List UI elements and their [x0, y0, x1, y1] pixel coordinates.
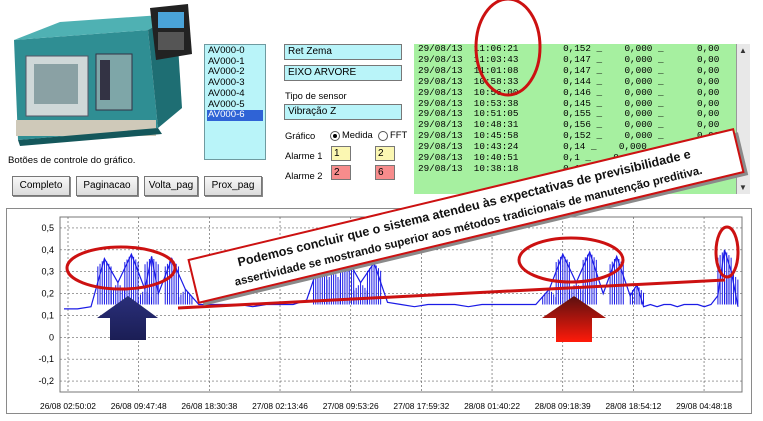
y-tick-label: -0,2 [38, 376, 54, 386]
x-tick-label: 28/08 18:54:12 [605, 401, 661, 411]
y-tick-label: 0,4 [41, 245, 54, 255]
x-tick-label: 27/08 02:13:46 [252, 401, 308, 411]
highlight-ellipse [517, 236, 625, 284]
x-tick-label: 26/08 02:50:02 [40, 401, 96, 411]
x-tick-label: 28/08 09:18:39 [535, 401, 591, 411]
annotation-line-1: Podemos concluir que o sistema atendeu à… [236, 147, 692, 269]
y-tick-label: 0,5 [41, 223, 54, 233]
vibration-chart: 0,5 0,4 0,3 0,2 0,1 0 -0,1 -0,2 26/08 02:50:02 2… [38, 0, 749, 411]
y-tick-label: -0,1 [38, 354, 54, 364]
y-tick-label: 0 [49, 332, 54, 342]
x-tick-label: 26/08 18:30:38 [181, 401, 237, 411]
y-tick-label: 0,1 [41, 310, 54, 320]
highlight-ellipse [65, 245, 177, 291]
x-tick-label: 27/08 17:59:32 [393, 401, 449, 411]
x-tick-label: 27/08 09:53:26 [323, 401, 379, 411]
y-tick-label: 0,3 [41, 267, 54, 277]
highlight-ellipse [474, 0, 542, 97]
x-tick-label: 26/08 09:47:48 [111, 401, 167, 411]
y-tick-label: 0,2 [41, 289, 54, 299]
x-tick-label: 29/08 04:48:18 [676, 401, 732, 411]
x-tick-label: 28/08 01:40:22 [464, 401, 520, 411]
